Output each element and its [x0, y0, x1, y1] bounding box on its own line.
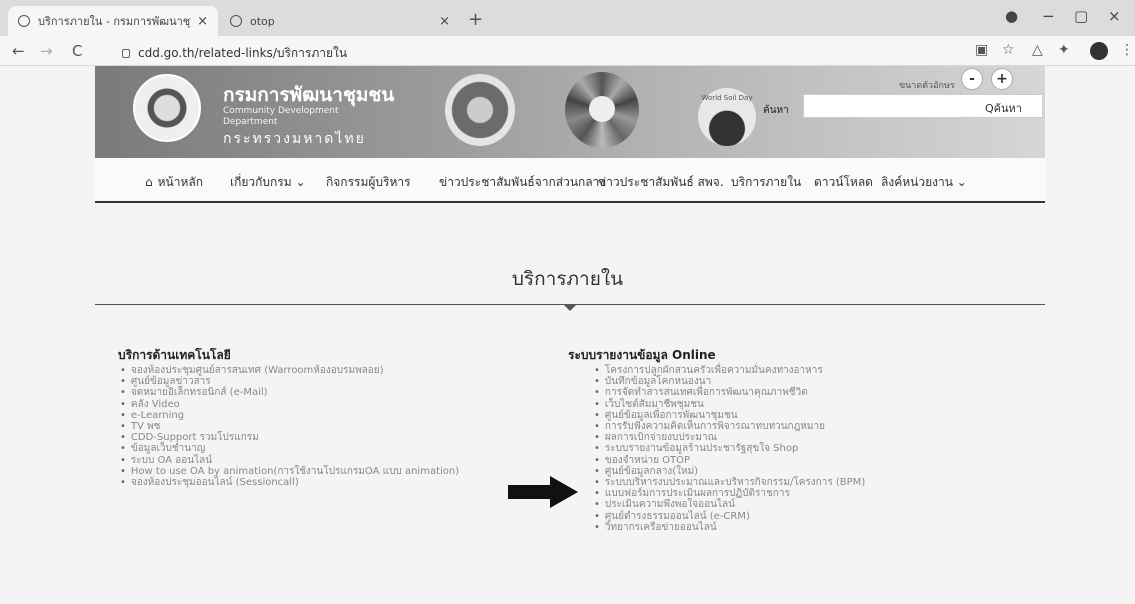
tab-title: บริการภายใน - กรมการพัฒนาชุมชน [38, 15, 191, 28]
nav-item-central-news[interactable]: ข่าวประชาสัมพันธ์จากส่วนกลาง [439, 173, 605, 192]
list-item[interactable]: จองห้องประชุมศูนย์สารสนเทศ (Warroomห้องอ… [120, 365, 459, 376]
globe-icon [18, 15, 30, 27]
globe-icon [230, 15, 242, 27]
page-title: บริการภายใน [511, 268, 624, 290]
extension-icon[interactable]: △ [1032, 42, 1043, 58]
online-reporting-list: โครงการปลูกผักสวนครัวเพื่อความมั่นคงทางอ… [594, 365, 865, 533]
list-item[interactable]: บันทึกข้อมูลโคกหนองนา [594, 376, 865, 387]
list-item[interactable]: วิทยากรเครือข่ายออนไลน์ [594, 522, 865, 533]
nav-item-home[interactable]: ⌂ หน้าหลัก [145, 173, 203, 192]
search-label: ค้นหา [763, 105, 789, 116]
list-item[interactable]: How to use OA by animation(การใช้งานโปรแ… [120, 466, 459, 477]
list-item[interactable]: จองห้องประชุมออนไลน์ (Sessioncall) [120, 477, 459, 488]
translate-icon[interactable]: ▣ [975, 42, 988, 58]
list-item[interactable]: ศูนย์ดำรงธรรมออนไลน์ (e-CRM) [594, 511, 865, 522]
list-item[interactable]: ข้อมูลเว็บชำนาญ [120, 443, 459, 454]
bookmark-star-icon[interactable]: ☆ [1002, 42, 1015, 58]
tab-close-icon[interactable]: × [197, 14, 208, 29]
list-item[interactable]: ของจำหน่าย OTOP [594, 455, 865, 466]
list-item[interactable]: การรับฟังความคิดเห็นการพิจารณาทบทวนกฎหมา… [594, 421, 865, 432]
new-tab-button[interactable]: + [468, 9, 483, 30]
list-item[interactable]: ศูนย์ข้อมูลกลาง(ใหม่) [594, 466, 865, 477]
list-item[interactable]: ประเมินความพึงพอใจออนไลน์ [594, 499, 865, 510]
list-item[interactable]: การจัดทำสารสนเทศเพื่อการพัฒนาคุณภาพชีวิต [594, 387, 865, 398]
nav-item-label: หน้าหลัก [157, 175, 204, 189]
technology-services-heading: บริการด้านเทคโนโลยี [118, 348, 231, 362]
list-item[interactable]: โครงการปลูกผักสวนครัวเพื่อความมั่นคงทางอ… [594, 365, 865, 376]
browser-tab-active[interactable]: บริการภายใน - กรมการพัฒนาชุมชน × [8, 6, 218, 36]
list-item[interactable]: ผลการเบิกจ่ายงบประมาณ [594, 432, 865, 443]
font-decrease-button[interactable]: - [961, 68, 983, 90]
profile-indicator-icon[interactable]: ● [1005, 7, 1018, 25]
url-text: cdd.go.th/related-links/บริการภายใน [138, 46, 348, 60]
tab-title: otop [250, 14, 275, 28]
lock-icon [122, 49, 130, 58]
online-reporting-heading: ระบบรายงานข้อมูล Online [568, 348, 716, 362]
forward-button[interactable]: → [40, 42, 53, 60]
nav-item-agency-links[interactable]: ลิงค์หน่วยงาน ⌄ [881, 173, 967, 192]
search-button[interactable]: Qค้นหา [985, 99, 1022, 117]
list-item[interactable]: คลัง Video [120, 399, 459, 410]
list-item[interactable]: จดหมายอิเล็กทรอนิกส์ (e-Mail) [120, 387, 459, 398]
technology-services-list: จองห้องประชุมศูนย์สารสนเทศ (Warroomห้องอ… [120, 365, 459, 488]
ministry-name: กระทรวงมหาดไทย [223, 131, 366, 147]
nav-item-provincial-news[interactable]: ข่าวประชาสัมพันธ์ สพจ. [598, 173, 724, 192]
browser-tab-bar: บริการภายใน - กรมการพัฒนาชุมชน × otop × … [0, 0, 1135, 36]
cdd-logo-icon[interactable] [133, 74, 201, 142]
restore-button[interactable]: ▢ [1074, 7, 1088, 25]
department-name-en: Community Development Department [223, 106, 339, 127]
list-item[interactable]: แบบฟอร์มการประเมินผลการปฏิบัติราชการ [594, 488, 865, 499]
tab-close-icon[interactable]: × [439, 14, 450, 29]
arrow-right-icon [508, 476, 578, 508]
list-item[interactable]: ระบบบริหารงบประมาณและบริหารกิจกรรม/โครงก… [594, 477, 865, 488]
list-item[interactable]: ระบบรายงานข้อมูลร้านประชารัฐสุขใจ Shop [594, 443, 865, 454]
menu-kebab-icon[interactable]: ⋮ [1120, 42, 1134, 58]
minimize-button[interactable]: − [1042, 7, 1055, 25]
list-item[interactable]: CDD-Support รวมโปรแกรม [120, 432, 459, 443]
address-bar: ← → C cdd.go.th/related-links/บริการภายใ… [0, 36, 1135, 66]
nav-item-download[interactable]: ดาวน์โหลด [814, 173, 873, 192]
royal-seal-icon [445, 74, 515, 146]
world-soil-day-label: World Soil Day [701, 94, 753, 102]
reload-button[interactable]: C [72, 42, 82, 60]
site-header: กรมการพัฒนาชุมชน Community Development D… [95, 66, 1045, 158]
nav-item-executive-activities[interactable]: กิจกรรมผู้บริหาร [326, 173, 411, 192]
list-item[interactable]: ศูนย์ข้อมูลข่าวสาร [120, 376, 459, 387]
url-field[interactable]: cdd.go.th/related-links/บริการภายใน [122, 44, 347, 63]
home-icon: ⌂ [145, 175, 153, 189]
main-nav: ⌂ หน้าหลัก เกี่ยวกับกรม ⌄ กิจกรรมผู้บริหา… [95, 158, 1045, 203]
font-size-label: ขนาดตัวอักษร [899, 81, 955, 91]
list-item[interactable]: ศูนย์ข้อมูลเพื่อการพัฒนาชุมชน [594, 410, 865, 421]
sdg-wheel-icon [565, 72, 639, 148]
divider-pointer-icon [563, 304, 577, 311]
font-increase-button[interactable]: + [991, 68, 1013, 90]
list-item[interactable]: e-Learning [120, 410, 459, 421]
list-item[interactable]: TV พช [120, 421, 459, 432]
avatar[interactable] [1090, 42, 1108, 60]
list-item[interactable]: เว็บไซต์สัมมาชีพชุมชน [594, 399, 865, 410]
puzzle-icon[interactable]: ✦ [1058, 42, 1070, 58]
browser-tab-otop[interactable]: otop × [220, 6, 460, 36]
back-button[interactable]: ← [12, 42, 25, 60]
world-soil-day-logo: World Soil Day [698, 88, 756, 146]
window-close-button[interactable]: × [1108, 7, 1121, 25]
nav-item-internal-services[interactable]: บริการภายใน [731, 173, 801, 192]
nav-item-about[interactable]: เกี่ยวกับกรม ⌄ [230, 173, 306, 192]
list-item[interactable]: ระบบ OA ออนไลน์ [120, 455, 459, 466]
